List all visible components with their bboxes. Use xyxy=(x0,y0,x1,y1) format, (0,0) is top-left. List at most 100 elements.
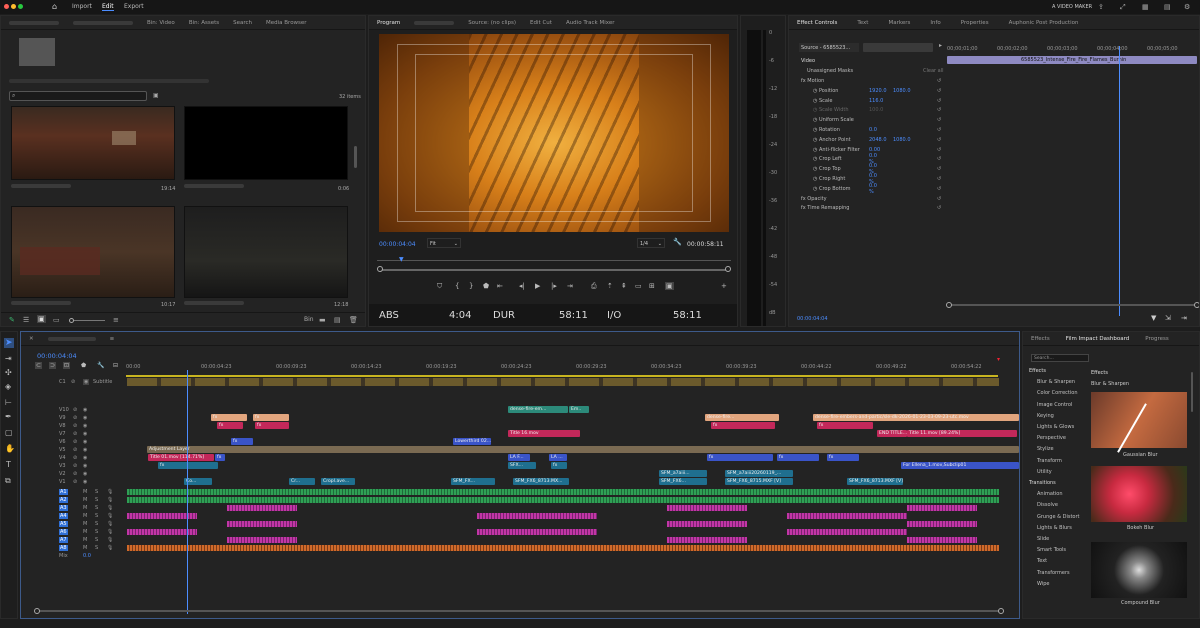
video-clip[interactable]: SFM_FX6... xyxy=(659,478,707,485)
audio-clip[interactable] xyxy=(227,537,297,543)
tab-info[interactable]: Info xyxy=(930,20,940,26)
tabs-icon[interactable]: ▤ xyxy=(1164,3,1171,11)
microphone-icon[interactable]: 🎙 xyxy=(107,489,113,495)
audio-lane[interactable] xyxy=(127,505,999,511)
audio-lane[interactable] xyxy=(127,521,999,527)
ec-scrollbar[interactable] xyxy=(946,302,1199,308)
video-clip[interactable]: Em.. xyxy=(569,406,589,413)
eye-icon[interactable]: ◉ xyxy=(83,463,87,469)
workspace-label[interactable]: A VIDEO MAKER xyxy=(1052,4,1092,10)
vertical-scrollbar[interactable] xyxy=(354,146,357,168)
eye-icon[interactable]: ◉ xyxy=(83,423,87,429)
minimize-window-button[interactable] xyxy=(11,4,16,9)
zoom-window-button[interactable] xyxy=(18,4,23,9)
eye-icon[interactable]: ◉ xyxy=(83,407,87,413)
effects-category-item[interactable]: Image Control xyxy=(1037,402,1072,408)
solo-button[interactable]: S xyxy=(95,489,98,495)
mute-button[interactable]: M xyxy=(83,489,87,495)
video-clip[interactable]: dense-fire-embers-and-partic/sle-dk-2026… xyxy=(813,414,1019,421)
reset-parameter-icon[interactable]: ↺ xyxy=(937,107,941,113)
caption-lock-icon[interactable]: ⊘ xyxy=(71,379,75,385)
zoom-slider[interactable] xyxy=(69,318,105,323)
effects-category-item[interactable]: Stylize xyxy=(1037,446,1054,452)
preset-compound-blur[interactable] xyxy=(1091,542,1187,598)
solo-button[interactable]: S xyxy=(95,505,98,511)
video-clip[interactable]: Co... xyxy=(184,478,212,485)
comparison-icon[interactable]: ▭ xyxy=(635,282,642,290)
video-clip[interactable]: dense-fire... xyxy=(705,414,779,421)
microphone-icon[interactable]: 🎙 xyxy=(107,545,113,551)
solo-button[interactable]: S xyxy=(95,537,98,543)
reset-parameter-icon[interactable]: ↺ xyxy=(937,147,941,153)
effects-category-item[interactable]: Text xyxy=(1037,558,1047,564)
video-clip[interactable]: Lowerthird 02... xyxy=(453,438,491,445)
video-clip[interactable]: fx xyxy=(217,422,243,429)
video-clip[interactable]: LA F... xyxy=(508,454,530,461)
insert-icon[interactable]: ⊡ xyxy=(63,362,71,369)
ec-property-value[interactable]: 0.00 xyxy=(869,147,880,153)
solo-button[interactable]: S xyxy=(95,545,98,551)
mute-button[interactable]: M xyxy=(83,497,87,503)
lock-icon[interactable]: ⊘ xyxy=(73,439,77,445)
video-clip[interactable]: fx xyxy=(253,414,289,421)
microphone-icon[interactable]: 🎙 xyxy=(107,513,113,519)
audio-lane[interactable] xyxy=(127,529,999,535)
ec-property-row[interactable]: ◷ Anti-flicker Filter 0.00 ↺ xyxy=(813,145,941,155)
ec-property-value[interactable]: 0.0 % xyxy=(869,183,877,195)
ripple-edit-icon[interactable]: ✣ xyxy=(5,368,12,377)
effects-category-item[interactable]: Slide xyxy=(1037,536,1049,542)
video-clip[interactable]: Title 16.mov xyxy=(508,430,580,437)
timeline-scroll[interactable] xyxy=(34,608,1004,614)
tab-project[interactable] xyxy=(9,20,59,25)
sort-icon[interactable]: ≡ xyxy=(113,316,119,324)
program-timecode[interactable]: 00:00:04:04 xyxy=(379,241,416,248)
effects-category-item[interactable]: Smart Tools xyxy=(1037,547,1066,553)
ec-property-value[interactable]: 0.0 xyxy=(869,127,877,133)
effects-category-item[interactable]: Dissolve xyxy=(1037,502,1058,508)
ec-clip-bar[interactable]: 6585523_Intense_Fire_Fire_Flames_Burnin xyxy=(947,56,1197,64)
ec-property-row[interactable]: ◷ Position 1920.0 1080.0 ↺ xyxy=(813,86,941,96)
pencil-icon[interactable]: ✎ xyxy=(9,316,15,324)
menu-import[interactable]: Import xyxy=(72,3,92,10)
grid-icon[interactable]: ▦ xyxy=(1142,3,1149,11)
slip-tool-icon[interactable]: ⊢ xyxy=(5,398,12,407)
mute-button[interactable]: M xyxy=(83,545,87,551)
lock-icon[interactable]: ⊘ xyxy=(73,431,77,437)
pen-tool-icon[interactable]: ✒ xyxy=(5,412,12,421)
video-clip[interactable]: Cropl.ave... xyxy=(321,478,355,485)
track-select-icon[interactable]: ⇥ xyxy=(5,354,12,363)
video-clip[interactable]: fx xyxy=(707,454,773,461)
tab-progress[interactable]: Progress xyxy=(1145,336,1168,342)
clip-thumbnail[interactable] xyxy=(11,106,175,180)
tab-program[interactable]: Program xyxy=(377,20,400,26)
mute-button[interactable]: M xyxy=(83,521,87,527)
share-icon[interactable]: ⇪ xyxy=(1098,3,1104,11)
tab-effects[interactable]: Effects xyxy=(1031,336,1050,342)
video-clip[interactable]: SFM_FX6_8715.MXF [V] xyxy=(725,478,793,485)
add-button-icon[interactable]: + xyxy=(721,282,727,290)
settings-icon[interactable]: ⚙ xyxy=(1184,3,1190,11)
go-to-out-icon[interactable]: ⇥ xyxy=(567,282,573,290)
lock-icon[interactable]: ⊘ xyxy=(73,447,77,453)
tab-text[interactable]: Text xyxy=(857,20,868,26)
ec-property-row[interactable]: ◷ Crop Top 0.0 % ↺ xyxy=(813,163,941,175)
extract-icon[interactable]: ⇞ xyxy=(621,282,627,290)
video-clip[interactable]: dense-fire-em... xyxy=(508,406,568,413)
tab-bin-assets[interactable]: Bin: Assets xyxy=(189,20,219,26)
ec-property-row[interactable]: ◷ Rotation 0.0 ↺ xyxy=(813,125,941,135)
folder-icon[interactable]: ▬ xyxy=(319,316,326,324)
video-clip[interactable]: fx xyxy=(817,422,873,429)
clip-thumbnail[interactable] xyxy=(11,206,175,298)
tab-effect-controls[interactable]: Effect Controls xyxy=(797,20,837,26)
video-clip[interactable]: SFM_FX6_8713.MX... xyxy=(513,478,569,485)
tab-sequence[interactable] xyxy=(47,336,96,341)
ec-property-row[interactable]: fx Motion ↺ xyxy=(801,76,941,86)
video-clip[interactable]: fx xyxy=(215,454,225,461)
video-clip[interactable]: fx xyxy=(551,462,567,469)
selection-tool-icon[interactable]: ➤ xyxy=(4,338,14,348)
eye-icon[interactable]: ◉ xyxy=(83,439,87,445)
tab-source[interactable]: Source: (no clips) xyxy=(468,20,516,26)
tab-program-sequence[interactable] xyxy=(414,20,455,25)
effects-category-item[interactable]: Keying xyxy=(1037,413,1054,419)
effects-category-item[interactable]: Transitions xyxy=(1029,480,1056,486)
